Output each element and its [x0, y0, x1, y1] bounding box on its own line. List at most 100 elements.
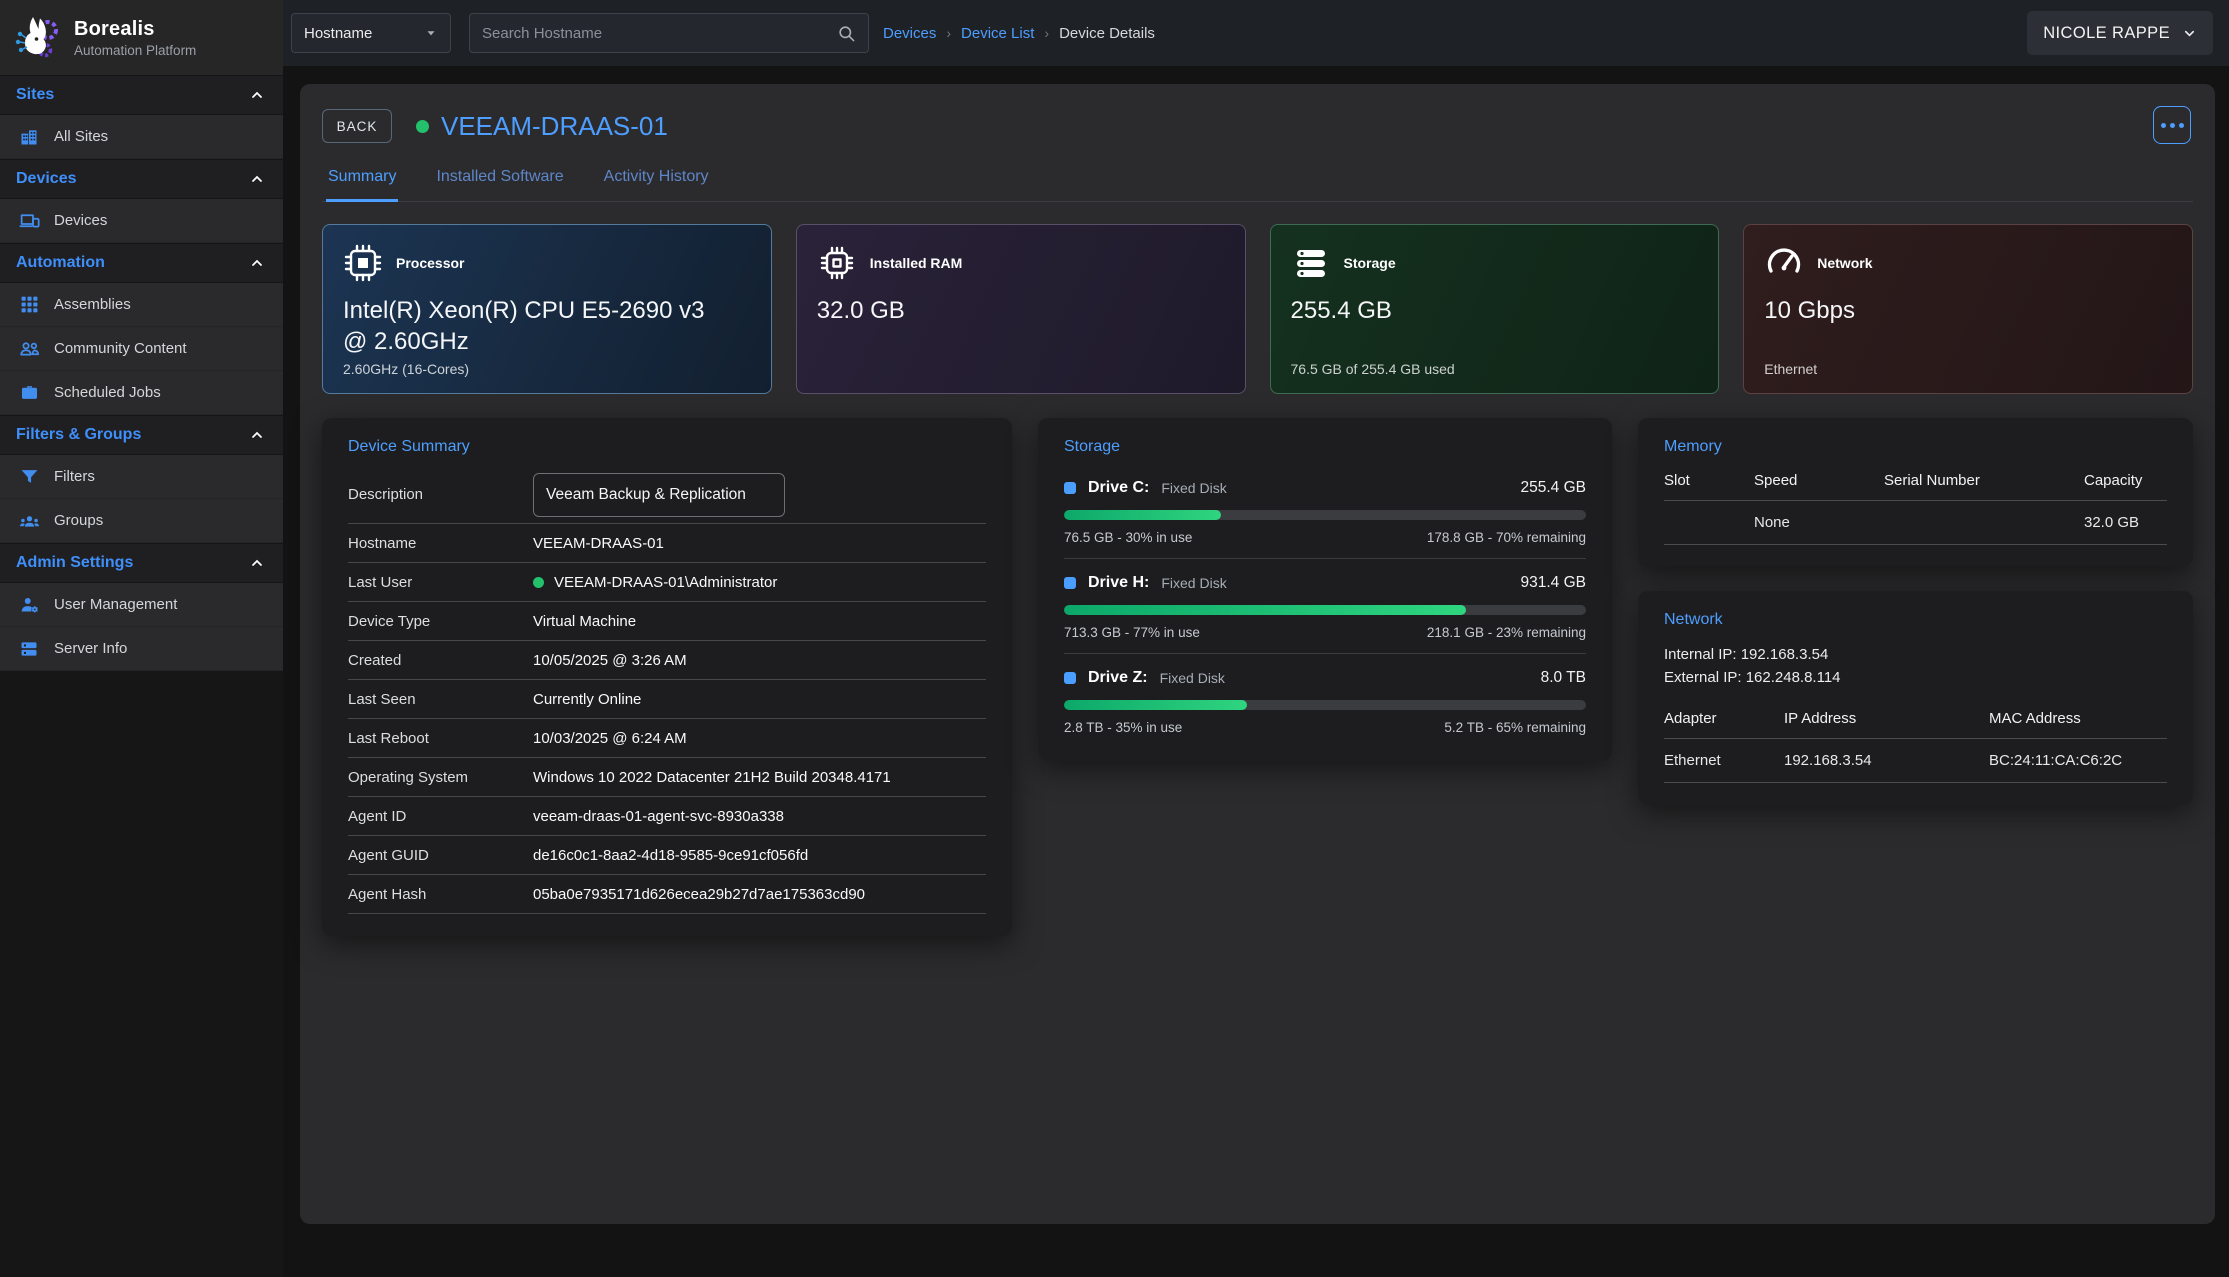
memory-header-speed: Speed [1754, 472, 1884, 501]
row-value: veeam-draas-01-agent-svc-8930a338 [533, 808, 986, 825]
row-value: VEEAM-DRAAS-01\Administrator [554, 574, 777, 591]
sidebar-section-devices[interactable]: Devices [0, 159, 283, 199]
chevron-up-icon [249, 255, 265, 271]
search-box [469, 13, 869, 53]
search-field-select[interactable]: Hostname [291, 13, 451, 53]
drive-row-c: Drive C: Fixed Disk 255.4 GB 76.5 GB - 3… [1064, 464, 1586, 559]
funnel-icon [18, 466, 40, 488]
breadcrumb-device-list[interactable]: Device List [961, 25, 1034, 42]
row-label: Agent GUID [348, 847, 533, 864]
storage-value: 255.4 GB [1291, 295, 1671, 326]
sidebar-item-scheduled-jobs[interactable]: Scheduled Jobs [0, 371, 283, 415]
section-label: Sites [16, 86, 54, 104]
tab-bar: Summary Installed Software Activity Hist… [322, 162, 2193, 202]
tab-summary[interactable]: Summary [326, 162, 398, 202]
chevron-up-icon [249, 427, 265, 443]
memory-cell-slot [1664, 501, 1754, 545]
ram-value: 32.0 GB [817, 295, 1197, 326]
description-input[interactable] [533, 473, 785, 517]
processor-stat-card: Processor Intel(R) Xeon(R) CPU E5-2690 v… [322, 224, 772, 394]
device-summary-row: Created 10/05/2025 @ 3:26 AM [348, 641, 986, 680]
sidebar-item-label: All Sites [54, 128, 108, 145]
chevron-up-icon [249, 87, 265, 103]
sidebar-item-user-management[interactable]: User Management [0, 583, 283, 627]
device-summary-row-description: Description [348, 466, 986, 524]
row-label: Device Type [348, 613, 533, 630]
stat-card-label: Network [1817, 255, 1872, 271]
drive-row-h: Drive H: Fixed Disk 931.4 GB 713.3 GB - … [1064, 559, 1586, 654]
breadcrumb-devices[interactable]: Devices [883, 25, 936, 42]
disk-stack-icon [1291, 243, 1331, 283]
sidebar-section-filters-groups[interactable]: Filters & Groups [0, 415, 283, 455]
memory-panel: Memory Slot Speed Serial Number Capacity… [1638, 418, 2193, 567]
sidebar-item-label: User Management [54, 596, 177, 613]
briefcase-icon [18, 382, 40, 404]
group-icon [18, 510, 40, 532]
memory-cell-capacity: 32.0 GB [2084, 501, 2167, 545]
sidebar-item-community-content[interactable]: Community Content [0, 327, 283, 371]
building-icon [18, 126, 40, 148]
sidebar-item-label: Community Content [54, 340, 187, 357]
sidebar-item-groups[interactable]: Groups [0, 499, 283, 543]
memory-panel-title: Memory [1664, 438, 2167, 456]
user-name: NICOLE RAPPE [2043, 24, 2170, 43]
sidebar-section-automation[interactable]: Automation [0, 243, 283, 283]
search-input[interactable] [482, 25, 837, 42]
row-value: Virtual Machine [533, 613, 986, 630]
device-summary-panel: Device Summary Description Hostname VEEA… [322, 418, 1012, 936]
sidebar-section-admin-settings[interactable]: Admin Settings [0, 543, 283, 583]
stat-card-label: Processor [396, 255, 464, 271]
row-value: 05ba0e7935171d626ecea29b27d7ae175363cd90 [533, 886, 986, 903]
back-button[interactable]: BACK [322, 109, 392, 143]
brand-header[interactable]: Borealis Automation Platform [0, 0, 283, 75]
sidebar-item-label: Groups [54, 512, 103, 529]
processor-value: Intel(R) Xeon(R) CPU E5-2690 v3 @ 2.60GH… [343, 295, 723, 357]
external-ip: External IP: 162.248.8.114 [1664, 666, 2167, 689]
row-label: Last Seen [348, 691, 533, 708]
device-summary-row: Last Reboot 10/03/2025 @ 6:24 AM [348, 719, 986, 758]
drive-bullet-icon [1064, 482, 1076, 494]
search-field-selected-value: Hostname [304, 25, 372, 42]
right-column: Memory Slot Speed Serial Number Capacity… [1638, 418, 2193, 805]
drive-size: 931.4 GB [1521, 574, 1587, 592]
drive-usage-bar [1064, 605, 1586, 615]
sidebar-item-devices[interactable]: Devices [0, 199, 283, 243]
row-label: Agent ID [348, 808, 533, 825]
network-stat-card: Network 10 Gbps Ethernet [1743, 224, 2193, 394]
stat-card-row: Processor Intel(R) Xeon(R) CPU E5-2690 v… [322, 224, 2193, 394]
stat-card-label: Storage [1344, 255, 1396, 271]
more-options-button[interactable] [2153, 106, 2191, 144]
drive-used-label: 713.3 GB - 77% in use [1064, 625, 1200, 640]
row-value: de16c0c1-8aa2-4d18-9585-9ce91cf056fd [533, 847, 986, 864]
memory-table: Slot Speed Serial Number Capacity None 3… [1664, 472, 2167, 545]
storage-stat-card: Storage 255.4 GB 76.5 GB of 255.4 GB use… [1270, 224, 1720, 394]
sidebar-item-server-info[interactable]: Server Info [0, 627, 283, 671]
sidebar-item-filters[interactable]: Filters [0, 455, 283, 499]
drive-row-z: Drive Z: Fixed Disk 8.0 TB 2.8 TB - 35% … [1064, 654, 1586, 739]
row-label: Created [348, 652, 533, 669]
sidebar-item-all-sites[interactable]: All Sites [0, 115, 283, 159]
app-name: Borealis [74, 18, 196, 41]
internal-ip: Internal IP: 192.168.3.54 [1664, 643, 2167, 666]
sidebar-section-sites[interactable]: Sites [0, 75, 283, 115]
tab-activity-history[interactable]: Activity History [602, 162, 711, 201]
user-menu-button[interactable]: NICOLE RAPPE [2027, 11, 2213, 55]
network-value: 10 Gbps [1764, 295, 2144, 326]
network-panel: Network Internal IP: 192.168.3.54 Extern… [1638, 591, 2193, 805]
devices-icon [18, 210, 40, 232]
section-label: Filters & Groups [16, 426, 141, 444]
drive-name: Drive H: [1088, 574, 1149, 592]
sidebar-item-assemblies[interactable]: Assemblies [0, 283, 283, 327]
drive-bullet-icon [1064, 577, 1076, 589]
drive-used-label: 2.8 TB - 35% in use [1064, 720, 1182, 735]
breadcrumb-separator: › [946, 25, 951, 41]
chevron-up-icon [249, 171, 265, 187]
row-label: Description [348, 486, 533, 503]
drive-size: 8.0 TB [1541, 669, 1586, 687]
row-label: Last Reboot [348, 730, 533, 747]
server-icon [18, 638, 40, 660]
people-icon [18, 338, 40, 360]
drive-type: Fixed Disk [1161, 575, 1226, 591]
breadcrumb-current: Device Details [1059, 25, 1155, 42]
tab-installed-software[interactable]: Installed Software [434, 162, 565, 201]
